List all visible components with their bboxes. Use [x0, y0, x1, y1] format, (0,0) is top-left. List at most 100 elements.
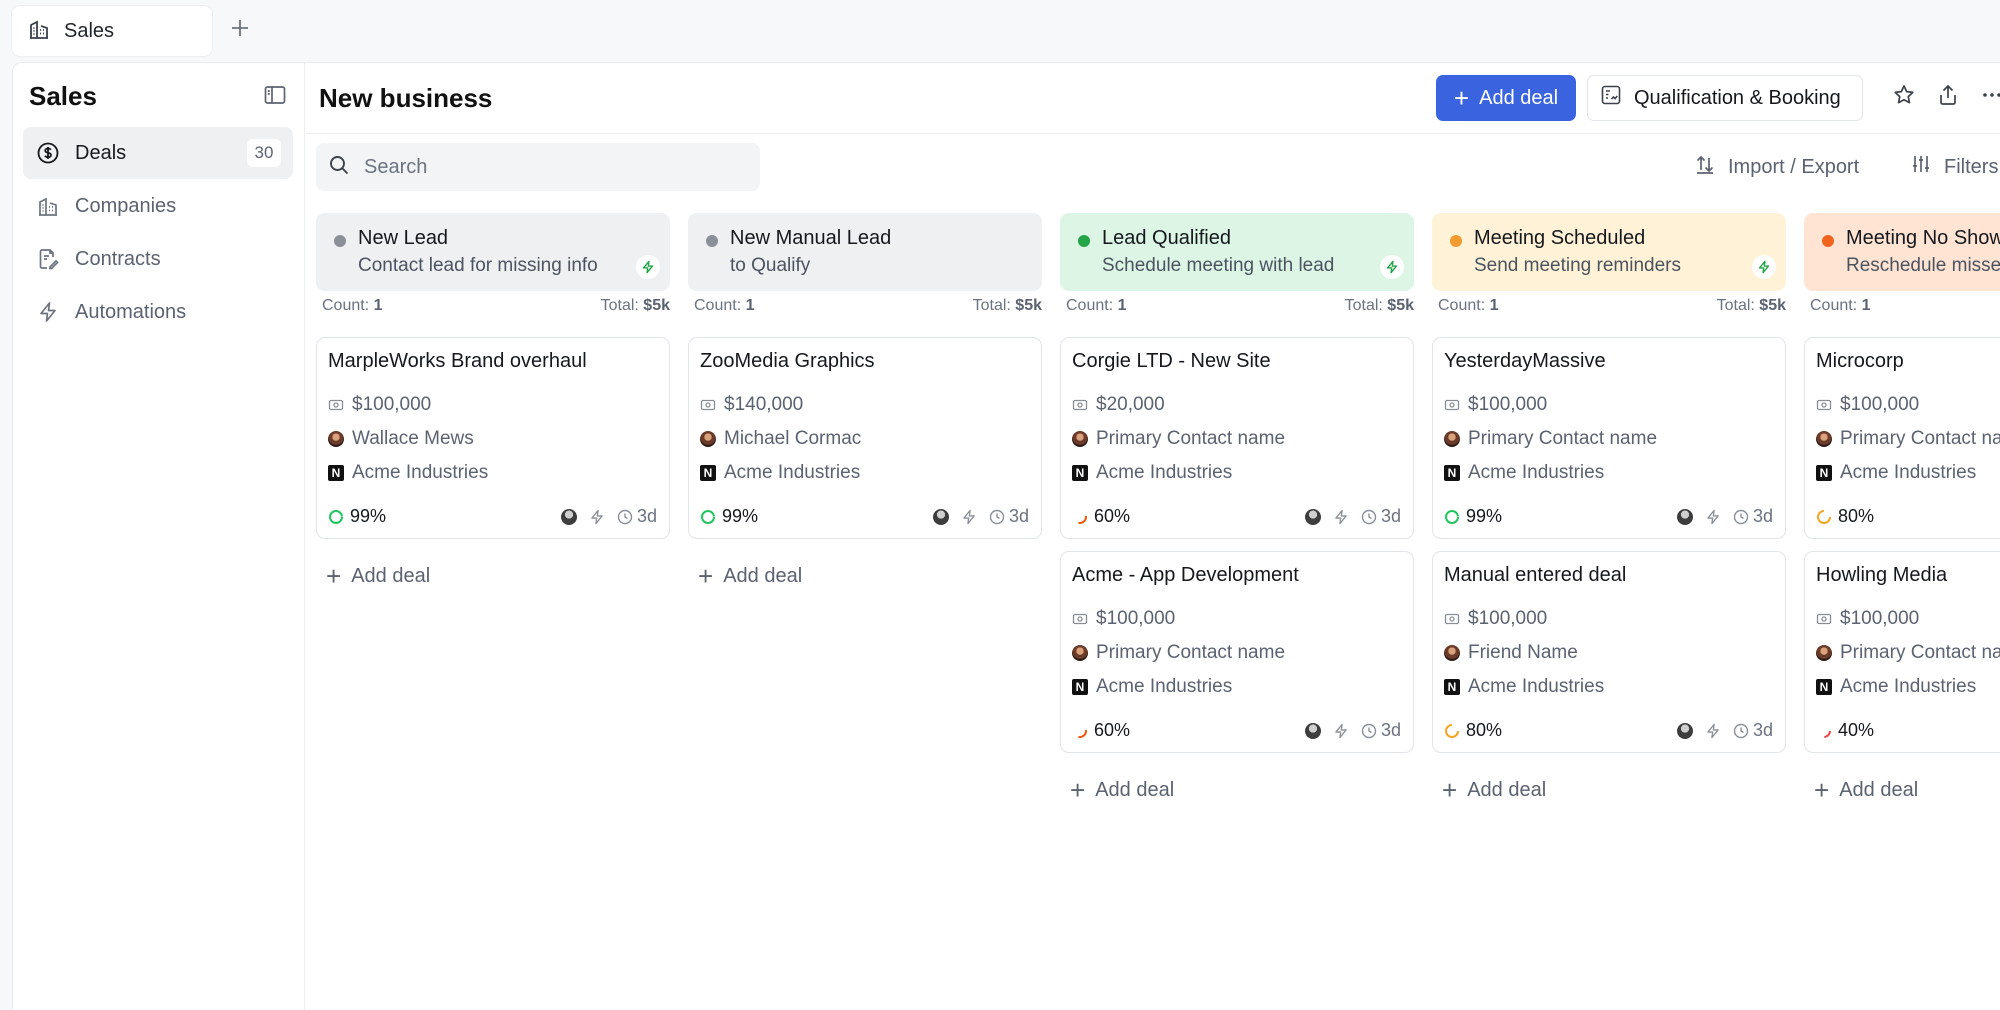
column-add-deal-button[interactable]: + Add deal [326, 561, 430, 591]
owner-avatar [1676, 508, 1693, 525]
deal-card[interactable]: MarpleWorks Brand overhaul $100,000 Wall… [316, 337, 670, 539]
deal-card[interactable]: ZooMedia Graphics $140,000 Michael Corma… [688, 337, 1042, 539]
column-title: New Lead [358, 227, 449, 249]
deal-card[interactable]: Corgie LTD - New Site $20,000 Primary Co… [1060, 337, 1414, 539]
column-title: Meeting No Show [1846, 227, 2000, 249]
deal-amount: $100,000 [1096, 608, 1176, 629]
sidebar-item-automations[interactable]: Automations [23, 286, 293, 338]
tab-sales[interactable]: Sales [12, 6, 212, 56]
app-window: Sales Deals 30 Companies Contracts Autom… [12, 62, 2000, 1010]
search-icon [328, 154, 350, 181]
total-value: $5k [643, 297, 670, 314]
deal-card[interactable]: Howling Media $100,000 Primary Contact n… [1804, 551, 2000, 753]
count-value: 1 [1861, 297, 1871, 314]
contact-avatar [328, 431, 344, 447]
count-label: Count: [1810, 297, 1858, 314]
company-logo-icon: N [1816, 679, 1832, 695]
automation-bolt-icon[interactable] [1380, 255, 1404, 279]
clock-icon [989, 509, 1005, 524]
column-header[interactable]: Lead Qualified Schedule meeting with lea… [1060, 213, 1414, 291]
automation-bolt-icon[interactable] [1752, 255, 1776, 279]
deal-title: Howling Media [1816, 564, 1948, 586]
sidebar-item-companies[interactable]: Companies [23, 180, 293, 232]
add-deal-label: Add deal [723, 564, 803, 587]
new-tab-button[interactable] [224, 14, 256, 46]
add-deal-label: Add deal [1467, 778, 1547, 801]
money-icon [328, 397, 344, 413]
contact-avatar [1072, 431, 1088, 447]
progress-ring-icon [701, 509, 715, 524]
owner-avatar [560, 508, 577, 525]
deal-probability: 80% [1444, 720, 1502, 741]
progress-ring-icon [1445, 509, 1459, 524]
sidebar-item-deals[interactable]: Deals 30 [23, 127, 293, 179]
contact-avatar [1816, 431, 1832, 447]
deal-amount: $100,000 [1468, 394, 1548, 415]
owner-avatar [1304, 508, 1321, 525]
company-logo-icon: N [328, 465, 344, 481]
deal-probability: 99% [328, 506, 386, 527]
company-logo-icon: N [1072, 679, 1088, 695]
deal-card[interactable]: YesterdayMassive $100,000 Primary Contac… [1432, 337, 1786, 539]
progress-ring-icon [1445, 723, 1459, 738]
column-stats: Count: 1 Total: $5k [688, 291, 1042, 321]
board-column-meeting-no-show: Meeting No Show Reschedule missed meetin… [1804, 213, 2000, 803]
progress-ring-icon [1073, 509, 1087, 524]
column-stats: Count: 1 Total: $5k [1432, 291, 1786, 321]
board-column-meeting-scheduled: Meeting Scheduled Send meeting reminders… [1432, 213, 1786, 803]
column-header[interactable]: New Manual Lead to Qualify [688, 213, 1042, 291]
sidebar: Sales Deals 30 Companies Contracts Autom… [13, 63, 305, 1010]
column-header[interactable]: Meeting No Show Reschedule missed meetin… [1804, 213, 2000, 291]
building-icon [28, 18, 50, 45]
deal-amount: $20,000 [1096, 394, 1165, 415]
owner-avatar [1676, 722, 1693, 739]
clock-icon [617, 509, 633, 524]
sliders-icon [1910, 153, 1932, 181]
column-subtitle: to Qualify [730, 255, 811, 276]
deal-contact: Primary Contact name [1468, 428, 1658, 449]
sidebar-item-label: Companies [75, 194, 177, 217]
deal-age: 3d [1752, 720, 1773, 740]
column-header[interactable]: Meeting Scheduled Send meeting reminders [1432, 213, 1786, 291]
favorite-button[interactable] [1886, 79, 1922, 115]
search-box[interactable] [316, 143, 760, 191]
column-header[interactable]: New Lead Contact lead for missing info [316, 213, 670, 291]
pipeline-selector-label: Qualification & Booking [1634, 86, 1841, 109]
tab-strip: Sales [0, 0, 2000, 62]
money-icon [1444, 397, 1460, 413]
sidebar-toggle-button[interactable] [259, 81, 291, 113]
owner-avatar [932, 508, 949, 525]
pipeline-selector-button[interactable]: Qualification & Booking [1587, 75, 1863, 121]
column-add-deal-button[interactable]: + Add deal [1814, 775, 1918, 805]
more-options-button[interactable] [1974, 79, 2000, 115]
column-add-deal-button[interactable]: + Add deal [1442, 775, 1546, 805]
deal-card[interactable]: Acme - App Development $100,000 Primary … [1060, 551, 1414, 753]
sidebar-item-contracts[interactable]: Contracts [23, 233, 293, 285]
probability-value: 99% [350, 506, 387, 526]
search-input[interactable] [364, 155, 744, 179]
deal-meta: 3d [560, 506, 657, 527]
deal-contact: Michael Cormac [724, 428, 862, 449]
deal-contact: Primary Contact name [1096, 642, 1286, 663]
add-deal-label: Add deal [351, 564, 431, 587]
automation-bolt-icon[interactable] [636, 255, 660, 279]
status-dot [1078, 235, 1090, 247]
filters-button[interactable]: Filters [1910, 149, 1998, 185]
column-add-deal-button[interactable]: + Add deal [698, 561, 802, 591]
deal-card[interactable]: Manual entered deal $100,000 Friend Name… [1432, 551, 1786, 753]
clock-icon [1733, 723, 1749, 738]
money-icon [1072, 397, 1088, 413]
sidebar-title: Sales [29, 81, 97, 111]
deals-count-badge: 30 [247, 139, 281, 167]
deal-card[interactable]: Microcorp $100,000 Primary Contact name … [1804, 337, 2000, 539]
total-label: Total: [1716, 297, 1755, 314]
add-deal-button[interactable]: + Add deal [1436, 75, 1576, 121]
import-export-button[interactable]: Import / Export [1694, 149, 1859, 185]
money-icon [700, 397, 716, 413]
bolt-icon [1707, 509, 1719, 524]
share-button[interactable] [1930, 79, 1966, 115]
plus-icon: + [1070, 775, 1086, 805]
board-column-lead-qualified: Lead Qualified Schedule meeting with lea… [1060, 213, 1414, 803]
deal-company: Acme Industries [1468, 462, 1605, 483]
column-add-deal-button[interactable]: + Add deal [1070, 775, 1174, 805]
